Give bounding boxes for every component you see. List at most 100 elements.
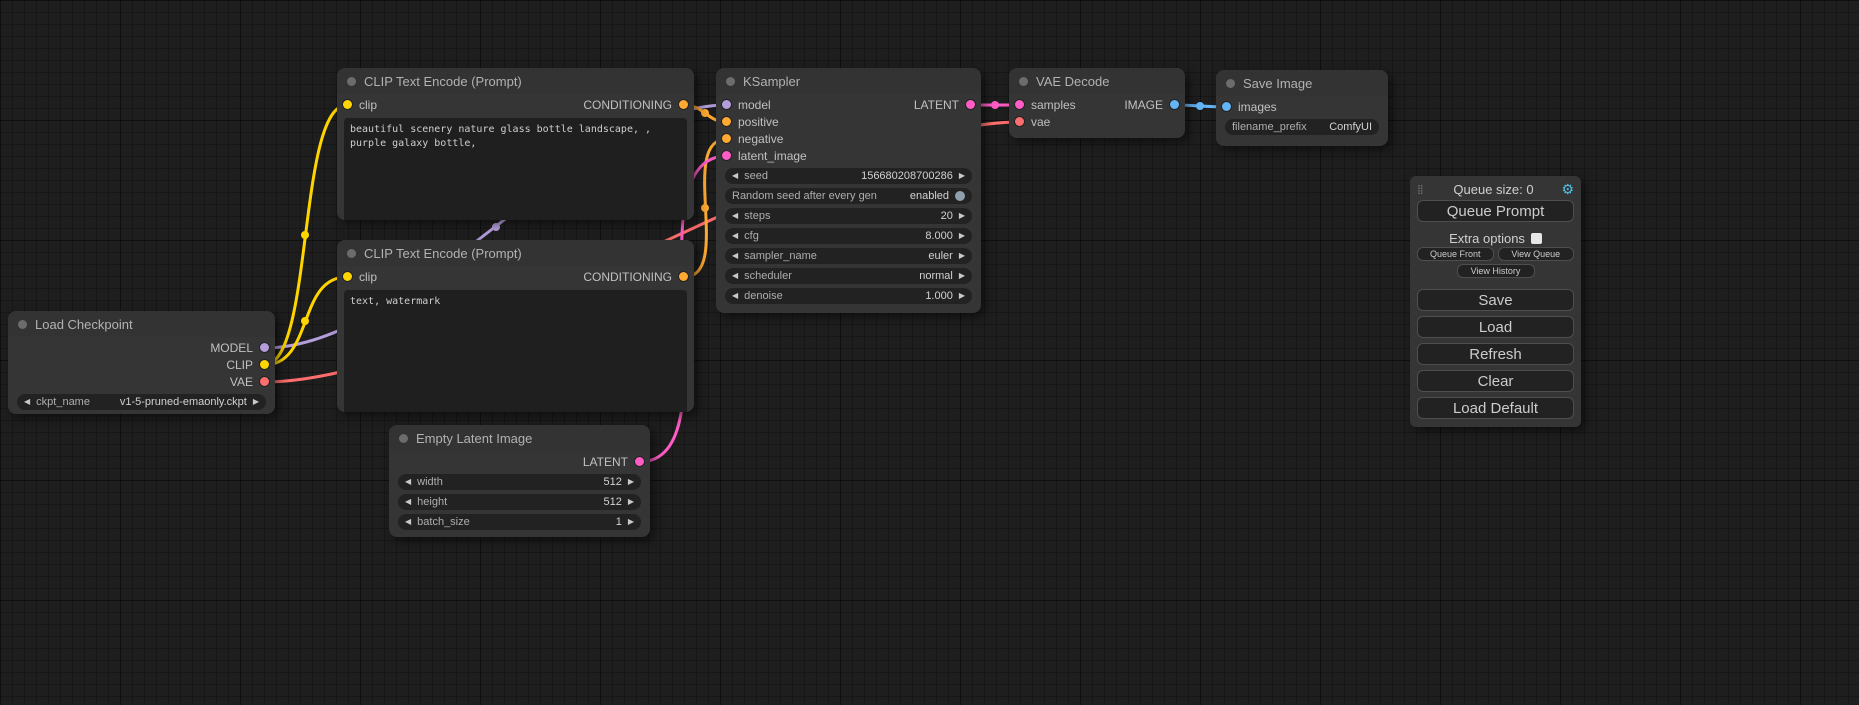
increment-arrow-icon[interactable]: ▶ — [959, 252, 965, 260]
input-slot-model-icon[interactable] — [722, 100, 731, 109]
decrement-arrow-icon[interactable]: ◀ — [732, 272, 738, 280]
node-load-checkpoint[interactable]: Load Checkpoint MODEL CLIP VAE ◀ ckpt_na… — [8, 311, 275, 414]
widget-label: cfg — [744, 230, 759, 242]
decrement-arrow-icon[interactable]: ◀ — [732, 292, 738, 300]
decrement-arrow-icon[interactable]: ◀ — [732, 212, 738, 220]
widget-height[interactable]: ◀ height 512 ▶ — [398, 494, 641, 510]
node-title-bar[interactable]: Empty Latent Image — [389, 425, 650, 451]
prompt-textarea[interactable]: text, watermark — [344, 290, 687, 412]
node-title-bar[interactable]: CLIP Text Encode (Prompt) — [337, 68, 694, 94]
widget-seed[interactable]: ◀ seed 156680208700286 ▶ — [725, 168, 972, 184]
widget-batch-size[interactable]: ◀ batch_size 1 ▶ — [398, 514, 641, 530]
node-title-bar[interactable]: VAE Decode — [1009, 68, 1185, 94]
input-slot-samples-icon[interactable] — [1015, 100, 1024, 109]
node-title-bar[interactable]: Load Checkpoint — [8, 311, 275, 337]
collapse-dot-icon[interactable] — [18, 320, 27, 329]
node-clip-text-encode-positive[interactable]: CLIP Text Encode (Prompt) clip CONDITION… — [337, 68, 694, 220]
decrement-arrow-icon[interactable]: ◀ — [732, 252, 738, 260]
output-label-conditioning: CONDITIONING — [583, 98, 672, 112]
node-clip-text-encode-negative[interactable]: CLIP Text Encode (Prompt) clip CONDITION… — [337, 240, 694, 412]
refresh-button[interactable]: Refresh — [1417, 343, 1574, 365]
extra-options-checkbox[interactable] — [1531, 233, 1542, 244]
queue-front-button[interactable]: Queue Front — [1417, 247, 1494, 261]
view-history-button[interactable]: View History — [1457, 264, 1535, 278]
extra-options-row: Extra options — [1417, 231, 1574, 245]
widget-filename-prefix[interactable]: filename_prefix ComfyUI — [1225, 119, 1379, 135]
collapse-dot-icon[interactable] — [1019, 77, 1028, 86]
decrement-arrow-icon[interactable]: ◀ — [732, 232, 738, 240]
increment-arrow-icon[interactable]: ▶ — [959, 212, 965, 220]
widget-label: batch_size — [417, 516, 470, 528]
load-default-button[interactable]: Load Default — [1417, 397, 1574, 419]
collapse-dot-icon[interactable] — [726, 77, 735, 86]
increment-arrow-icon[interactable]: ▶ — [253, 398, 259, 406]
increment-arrow-icon[interactable]: ▶ — [959, 292, 965, 300]
decrement-arrow-icon[interactable]: ◀ — [732, 172, 738, 180]
node-empty-latent-image[interactable]: Empty Latent Image LATENT ◀ width 512 ▶ … — [389, 425, 650, 537]
collapse-dot-icon[interactable] — [1226, 79, 1235, 88]
load-button[interactable]: Load — [1417, 316, 1574, 338]
input-label-negative: negative — [738, 132, 783, 146]
node-save-image[interactable]: Save Image images filename_prefix ComfyU… — [1216, 70, 1388, 146]
widget-label: Random seed after every gen — [732, 190, 877, 202]
prompt-textarea[interactable]: beautiful scenery nature glass bottle la… — [344, 118, 687, 220]
decrement-arrow-icon[interactable]: ◀ — [405, 498, 411, 506]
widget-label: filename_prefix — [1232, 121, 1307, 133]
widget-scheduler[interactable]: ◀ scheduler normal ▶ — [725, 268, 972, 284]
output-slot-conditioning-icon[interactable] — [679, 272, 688, 281]
collapse-dot-icon[interactable] — [347, 249, 356, 258]
clear-button[interactable]: Clear — [1417, 370, 1574, 392]
node-title: Load Checkpoint — [35, 317, 133, 332]
graph-canvas[interactable]: Load Checkpoint MODEL CLIP VAE ◀ ckpt_na… — [0, 0, 1859, 705]
node-title-bar[interactable]: KSampler — [716, 68, 981, 94]
decrement-arrow-icon[interactable]: ◀ — [24, 398, 30, 406]
toggle-icon[interactable] — [955, 191, 965, 201]
output-slot-latent-icon[interactable] — [966, 100, 975, 109]
widget-cfg[interactable]: ◀ cfg 8.000 ▶ — [725, 228, 972, 244]
link-midpoint-dot — [492, 223, 500, 231]
output-slot-model-icon[interactable] — [260, 343, 269, 352]
collapse-dot-icon[interactable] — [399, 434, 408, 443]
output-slot-conditioning-icon[interactable] — [679, 100, 688, 109]
slot-row: negative — [716, 130, 981, 147]
collapse-dot-icon[interactable] — [347, 77, 356, 86]
decrement-arrow-icon[interactable]: ◀ — [405, 478, 411, 486]
input-slot-latent-image-icon[interactable] — [722, 151, 731, 160]
slot-row: latent_image — [716, 147, 981, 164]
widget-denoise[interactable]: ◀ denoise 1.000 ▶ — [725, 288, 972, 304]
output-slot-image-icon[interactable] — [1170, 100, 1179, 109]
increment-arrow-icon[interactable]: ▶ — [959, 172, 965, 180]
node-title-bar[interactable]: Save Image — [1216, 70, 1388, 96]
input-slot-vae-icon[interactable] — [1015, 117, 1024, 126]
input-slot-negative-icon[interactable] — [722, 134, 731, 143]
widget-width[interactable]: ◀ width 512 ▶ — [398, 474, 641, 490]
widget-sampler-name[interactable]: ◀ sampler_name euler ▶ — [725, 248, 972, 264]
slot-row: images — [1216, 98, 1388, 115]
output-slot-clip-icon[interactable] — [260, 360, 269, 369]
increment-arrow-icon[interactable]: ▶ — [959, 272, 965, 280]
node-title-bar[interactable]: CLIP Text Encode (Prompt) — [337, 240, 694, 266]
queue-prompt-button[interactable]: Queue Prompt — [1417, 200, 1574, 222]
input-slot-images-icon[interactable] — [1222, 102, 1231, 111]
increment-arrow-icon[interactable]: ▶ — [628, 498, 634, 506]
output-slot-vae-icon[interactable] — [260, 377, 269, 386]
node-vae-decode[interactable]: VAE Decode samples IMAGE vae — [1009, 68, 1185, 138]
increment-arrow-icon[interactable]: ▶ — [628, 518, 634, 526]
widget-steps[interactable]: ◀ steps 20 ▶ — [725, 208, 972, 224]
output-slot-latent-icon[interactable] — [635, 457, 644, 466]
widget-value: 512 — [603, 496, 621, 508]
save-button[interactable]: Save — [1417, 289, 1574, 311]
drag-handle-icon[interactable]: ⣿ — [1417, 184, 1430, 195]
increment-arrow-icon[interactable]: ▶ — [959, 232, 965, 240]
view-queue-button[interactable]: View Queue — [1498, 247, 1575, 261]
input-slot-positive-icon[interactable] — [722, 117, 731, 126]
node-ksampler[interactable]: KSampler model LATENT positive negative — [716, 68, 981, 313]
input-slot-clip-icon[interactable] — [343, 272, 352, 281]
decrement-arrow-icon[interactable]: ◀ — [405, 518, 411, 526]
widget-ckpt-name[interactable]: ◀ ckpt_name v1-5-pruned-emaonly.ckpt ▶ — [17, 394, 266, 410]
output-label-vae: VAE — [230, 375, 253, 389]
settings-gear-icon[interactable]: ⚙ — [1557, 181, 1574, 198]
widget-random-seed-toggle[interactable]: Random seed after every gen enabled — [725, 188, 972, 204]
input-slot-clip-icon[interactable] — [343, 100, 352, 109]
increment-arrow-icon[interactable]: ▶ — [628, 478, 634, 486]
